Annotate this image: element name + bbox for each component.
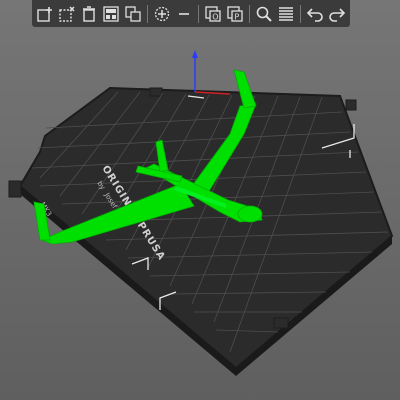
split-objects-button[interactable]: O bbox=[202, 3, 224, 25]
scene-canvas[interactable]: ORIGINAL PRUSA by Josef Prusa MK3 bbox=[0, 0, 400, 400]
bed-tab-right bbox=[345, 99, 357, 111]
3d-viewport[interactable]: ORIGINAL PRUSA by Josef Prusa MK3 bbox=[0, 0, 400, 400]
remove-instance-button[interactable] bbox=[173, 3, 195, 25]
delete-button[interactable] bbox=[56, 3, 78, 25]
add-instance-button[interactable] bbox=[151, 3, 173, 25]
layers-button[interactable] bbox=[275, 3, 297, 25]
copy-icon bbox=[125, 5, 141, 22]
toolbar-separator bbox=[300, 4, 301, 23]
split-parts-icon: P bbox=[227, 5, 243, 22]
arrange-button[interactable] bbox=[100, 3, 122, 25]
undo-icon bbox=[306, 7, 323, 22]
toolbar-separator bbox=[198, 4, 199, 23]
top-toolbar: O P bbox=[32, 0, 350, 27]
undo-button[interactable] bbox=[304, 3, 326, 25]
search-icon bbox=[256, 6, 272, 22]
redo-icon bbox=[329, 7, 346, 22]
split-objects-icon: O bbox=[205, 5, 221, 22]
redo-button[interactable] bbox=[326, 3, 348, 25]
search-button[interactable] bbox=[253, 3, 275, 25]
add-icon bbox=[37, 6, 52, 22]
toolbar-separator bbox=[147, 4, 148, 23]
add-button[interactable] bbox=[34, 3, 56, 25]
layers-icon bbox=[279, 6, 293, 21]
bed-tab-left bbox=[8, 180, 22, 198]
minus-icon bbox=[179, 12, 189, 15]
z-axis-arrow bbox=[192, 50, 198, 58]
bed-tab-top bbox=[149, 87, 163, 97]
trash-icon bbox=[83, 5, 95, 22]
bed-tab-bottom bbox=[273, 317, 289, 329]
svg-text:P: P bbox=[234, 12, 239, 21]
plus-circle-icon bbox=[154, 6, 170, 21]
arrange-icon bbox=[103, 5, 119, 22]
toolbar-separator bbox=[249, 4, 250, 23]
delete-all-button[interactable] bbox=[78, 3, 100, 25]
copy-button[interactable] bbox=[122, 3, 144, 25]
split-parts-button[interactable]: P bbox=[224, 3, 246, 25]
delete-icon bbox=[59, 5, 75, 22]
svg-text:O: O bbox=[212, 12, 218, 21]
